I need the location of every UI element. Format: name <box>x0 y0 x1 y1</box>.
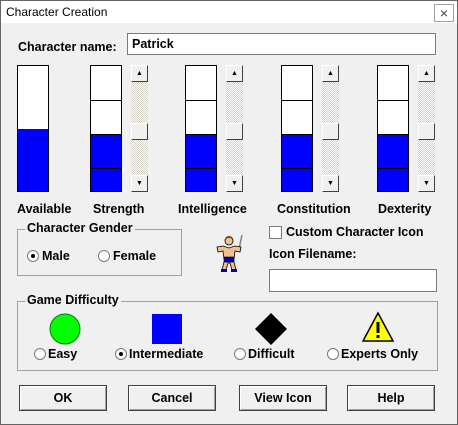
dexterity-label: Dexterity <box>378 202 432 216</box>
bar-segment-line <box>186 134 216 135</box>
dexterity-thumb[interactable] <box>418 123 435 140</box>
intelligence-up-button[interactable]: ▲ <box>226 65 243 82</box>
bar-segment-line <box>282 168 312 169</box>
icon-filename-input[interactable] <box>269 269 437 292</box>
constitution-label: Constitution <box>277 202 351 216</box>
close-button[interactable]: × <box>434 4 454 22</box>
intelligence-label: Intelligence <box>178 202 247 216</box>
ok-button[interactable]: OK <box>19 385 107 411</box>
constitution-bar <box>281 65 313 192</box>
green-circle-icon <box>49 313 81 345</box>
custom-character-icon-label[interactable]: Custom Character Icon <box>286 225 424 239</box>
intelligence-down-button[interactable]: ▼ <box>226 175 243 192</box>
constitution-scrollbar[interactable]: ▲ ▼ <box>322 65 339 192</box>
available-label: Available <box>17 202 72 216</box>
help-button[interactable]: Help <box>347 385 435 411</box>
intelligence-thumb[interactable] <box>226 123 243 140</box>
bar-segment-line <box>282 100 312 101</box>
bar-segment-line <box>378 134 408 135</box>
window-title: Character Creation <box>6 5 108 19</box>
strength-down-button[interactable]: ▼ <box>131 175 148 192</box>
bar-segment-line <box>186 100 216 101</box>
male-label[interactable]: Male <box>42 249 70 263</box>
character-name-label: Character name: <box>18 40 117 54</box>
game-difficulty-legend: Game Difficulty <box>25 293 121 307</box>
strength-fill <box>91 135 121 191</box>
character-creation-dialog: Character Creation × Character name: Pat… <box>0 0 458 425</box>
male-radio[interactable] <box>27 250 39 262</box>
intelligence-fill <box>186 135 216 191</box>
dexterity-fill <box>378 135 408 191</box>
available-points-bar <box>17 65 49 192</box>
bar-segment-line <box>282 134 312 135</box>
constitution-up-button[interactable]: ▲ <box>322 65 339 82</box>
strength-thumb[interactable] <box>131 123 148 140</box>
intermediate-radio[interactable] <box>115 348 127 360</box>
experts-only-radio[interactable] <box>327 348 339 360</box>
view-icon-button[interactable]: View Icon <box>239 385 327 411</box>
strength-bar <box>90 65 122 192</box>
strength-scrollbar[interactable]: ▲ ▼ <box>131 65 148 192</box>
character-gender-legend: Character Gender <box>25 221 135 235</box>
difficult-radio[interactable] <box>234 348 246 360</box>
female-label[interactable]: Female <box>113 249 156 263</box>
constitution-fill <box>282 135 312 191</box>
constitution-down-button[interactable]: ▼ <box>322 175 339 192</box>
dexterity-scrollbar[interactable]: ▲ ▼ <box>418 65 435 192</box>
intelligence-bar <box>185 65 217 192</box>
character-warrior-icon <box>216 234 243 272</box>
intermediate-label[interactable]: Intermediate <box>129 347 203 361</box>
dexterity-up-button[interactable]: ▲ <box>418 65 435 82</box>
bar-segment-line <box>91 168 121 169</box>
available-points-fill <box>18 129 48 191</box>
blue-square-icon <box>152 314 182 344</box>
easy-label[interactable]: Easy <box>48 347 77 361</box>
dexterity-down-button[interactable]: ▼ <box>418 175 435 192</box>
black-diamond-icon <box>255 313 287 345</box>
bar-segment-line <box>186 168 216 169</box>
bar-segment-line <box>378 100 408 101</box>
dexterity-bar <box>377 65 409 192</box>
strength-up-button[interactable]: ▲ <box>131 65 148 82</box>
difficult-label[interactable]: Difficult <box>248 347 295 361</box>
easy-radio[interactable] <box>34 348 46 360</box>
cancel-button[interactable]: Cancel <box>128 385 216 411</box>
intelligence-scrollbar[interactable]: ▲ ▼ <box>226 65 243 192</box>
strength-label: Strength <box>93 202 145 216</box>
bar-segment-line <box>378 168 408 169</box>
experts-only-label[interactable]: Experts Only <box>341 347 418 361</box>
warning-triangle-icon <box>361 311 395 342</box>
title-bar: Character Creation × <box>1 1 457 23</box>
character-name-input[interactable]: Patrick <box>127 33 436 55</box>
bar-segment-line <box>91 134 121 135</box>
constitution-thumb[interactable] <box>322 123 339 140</box>
custom-character-icon-checkbox[interactable] <box>269 226 282 239</box>
icon-filename-label: Icon Filename: <box>269 247 357 261</box>
bar-segment-line <box>91 100 121 101</box>
female-radio[interactable] <box>98 250 110 262</box>
